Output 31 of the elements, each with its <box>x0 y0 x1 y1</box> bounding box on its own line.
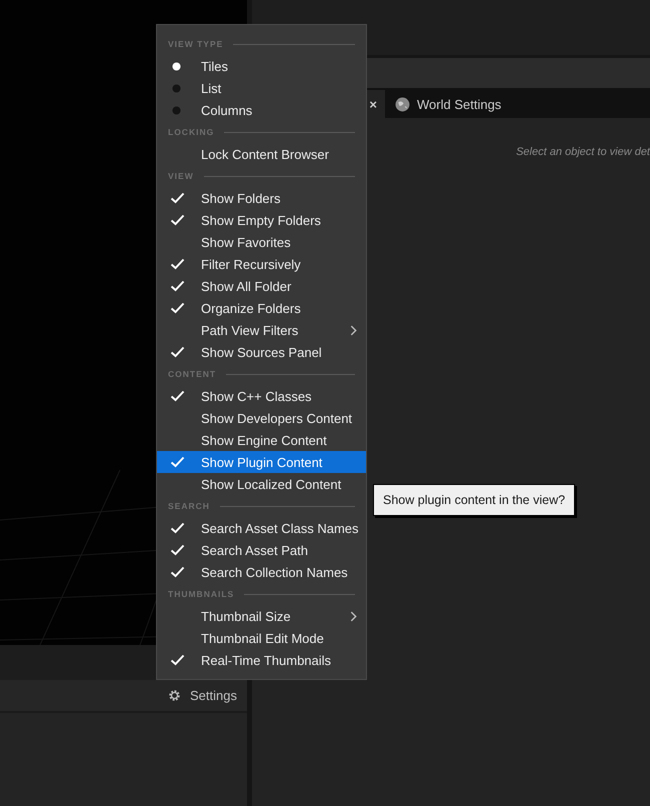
settings-icon <box>167 688 182 703</box>
chevron-icon <box>350 610 357 622</box>
settings-button[interactable]: Settings <box>167 686 237 705</box>
chevron-icon <box>350 324 357 336</box>
menu-item[interactable]: Show Plugin Content <box>157 451 366 473</box>
menu-item[interactable]: Show Engine Content <box>157 429 366 451</box>
menu-item[interactable]: Organize Folders <box>157 297 366 319</box>
menu-item[interactable]: Show Developers Content <box>157 407 366 429</box>
menu-item[interactable]: Show Sources Panel <box>157 341 366 363</box>
menu-item[interactable]: Show C++ Classes <box>157 385 366 407</box>
menu-item[interactable]: Filter Recursively <box>157 253 366 275</box>
menu-item[interactable]: Search Asset Path <box>157 539 366 561</box>
menu-item[interactable]: Lock Content Browser <box>157 143 366 165</box>
menu-item[interactable]: Path View Filters <box>157 319 366 341</box>
menu-item[interactable]: Show Localized Content <box>157 473 366 495</box>
details-hint: Select an object to view det <box>516 146 650 160</box>
menu-item[interactable]: Search Collection Names <box>157 561 366 583</box>
menu-item[interactable]: List <box>157 77 366 99</box>
menu-item[interactable]: Search Asset Class Names <box>157 517 366 539</box>
close-tab-button[interactable]: × <box>369 96 377 112</box>
menu-item[interactable]: Show Empty Folders <box>157 209 366 231</box>
menu-item[interactable]: Show Folders <box>157 187 366 209</box>
menu-item[interactable]: Thumbnail Size <box>157 605 366 627</box>
menu-item[interactable]: Real-Time Thumbnails <box>157 649 366 671</box>
menu-item[interactable]: Show All Folder <box>157 275 366 297</box>
menu-item[interactable]: Columns <box>157 99 366 121</box>
tooltip: Show plugin content in the view? <box>373 484 576 516</box>
menu-item[interactable]: Show Favorites <box>157 231 366 253</box>
menu-item[interactable]: Thumbnail Edit Mode <box>157 627 366 649</box>
menu-item[interactable]: Tiles <box>157 55 366 77</box>
globe-icon <box>395 96 410 112</box>
